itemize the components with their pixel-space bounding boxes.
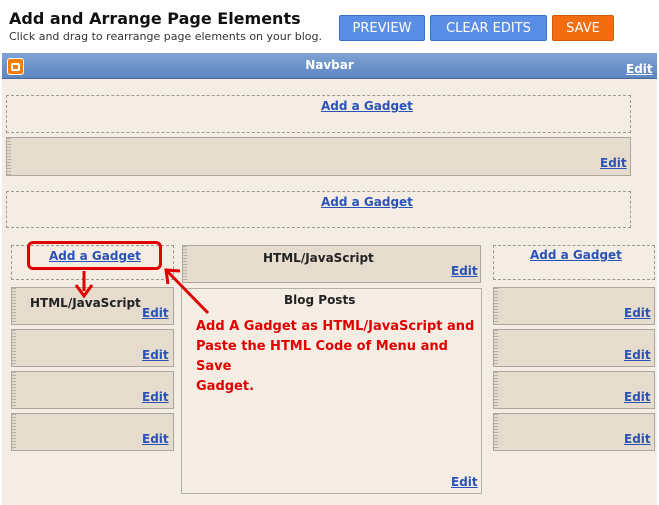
arrow-up-left-icon [166, 270, 210, 315]
annotation-line-1: Add A Gadget as HTML/JavaScript and [196, 319, 475, 334]
annotation-arrows [74, 268, 210, 315]
annotation-text: Add A Gadget as HTML/JavaScript and Past… [196, 317, 486, 397]
annotation-line-2: Paste the HTML Code of Menu and Save [196, 339, 448, 374]
annotation-line-3: Gadget. [196, 379, 255, 394]
